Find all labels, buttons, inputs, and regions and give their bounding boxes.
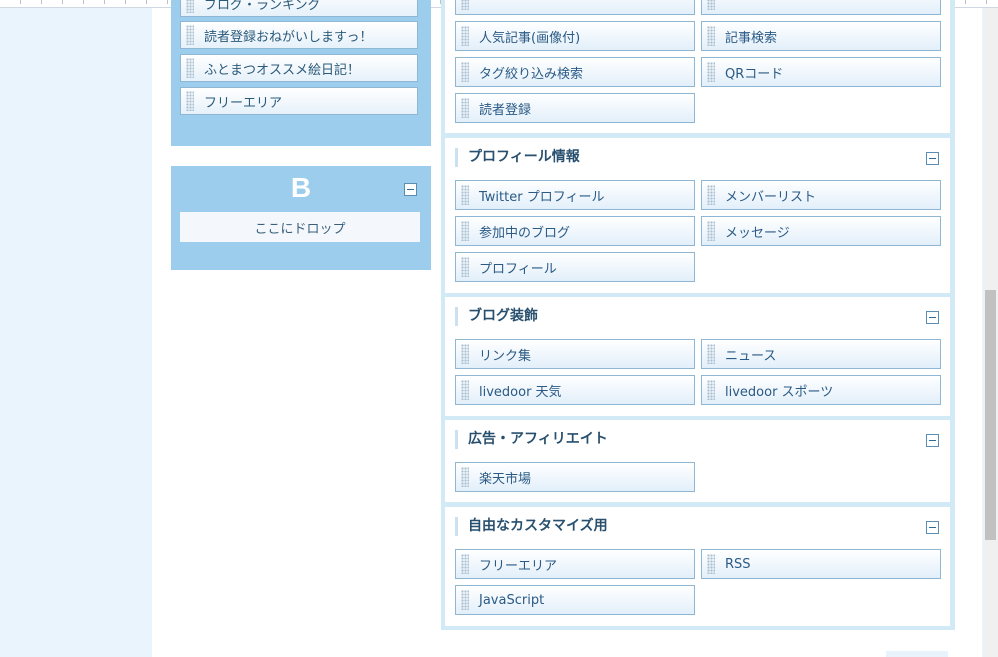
widget-item[interactable]: プロフィール xyxy=(455,252,695,282)
widget-item[interactable] xyxy=(455,0,695,15)
grip-icon[interactable] xyxy=(461,98,469,118)
minus-icon[interactable] xyxy=(926,152,939,165)
grip-icon[interactable] xyxy=(461,185,469,205)
widget-palette: 人気記事(画像付) 記事検索 タグ絞り込み検索 QRコード 読者登録 プロフィー… xyxy=(441,0,955,630)
sidebar-column-a: ブログ・ランキング 読者登録おねがいしますっ！ ふとまつオススメ絵日記！ フリー… xyxy=(171,0,431,146)
widget-item[interactable]: Twitter プロフィール xyxy=(455,180,695,210)
grip-icon[interactable] xyxy=(461,380,469,400)
widget-item[interactable]: 楽天市場 xyxy=(455,462,695,492)
widget-label: ふとまつオススメ絵日記！ xyxy=(204,62,361,78)
minus-icon[interactable] xyxy=(926,311,939,324)
widget-item[interactable]: リンク集 xyxy=(455,339,695,369)
widget-item[interactable]: RSS xyxy=(701,549,941,579)
group-title: ブログ装飾 xyxy=(455,307,538,326)
widget-group-profile: プロフィール情報 Twitter プロフィール メンバーリスト 参加中のブログ … xyxy=(445,138,950,293)
grip-icon[interactable] xyxy=(186,0,194,13)
widget-item[interactable]: メンバーリスト xyxy=(701,180,941,210)
grip-icon[interactable] xyxy=(461,467,469,487)
widget-item[interactable]: livedoor スポーツ xyxy=(701,375,941,405)
grip-icon[interactable] xyxy=(707,26,715,46)
grip-icon[interactable] xyxy=(707,185,715,205)
group-title: プロフィール情報 xyxy=(455,148,580,167)
widget-label: Twitter プロフィール xyxy=(479,189,605,205)
group-title: 広告・アフィリエイト xyxy=(455,430,608,449)
left-margin xyxy=(0,8,152,657)
widget-item[interactable]: メッセージ xyxy=(701,216,941,246)
widget-item[interactable]: 人気記事(画像付) xyxy=(455,21,695,51)
grip-icon[interactable] xyxy=(707,344,715,364)
minus-icon[interactable] xyxy=(404,183,417,196)
grip-icon[interactable] xyxy=(461,62,469,82)
grip-icon[interactable] xyxy=(461,26,469,46)
widget-item[interactable]: 参加中のブログ xyxy=(455,216,695,246)
widget-label: タグ絞り込み検索 xyxy=(479,66,584,82)
widget-item[interactable]: 読者登録 xyxy=(455,93,695,123)
grip-icon[interactable] xyxy=(461,221,469,241)
widget-item[interactable] xyxy=(701,0,941,15)
sidebar-widget[interactable]: 読者登録おねがいしますっ！ xyxy=(180,21,418,49)
grip-icon[interactable] xyxy=(707,0,715,10)
widget-label: QRコード xyxy=(725,66,784,82)
widget-label: 人気記事(画像付) xyxy=(479,30,581,46)
grip-icon[interactable] xyxy=(707,62,715,82)
widget-label: 楽天市場 xyxy=(479,471,532,487)
widget-group-decoration: ブログ装飾 リンク集 ニュース livedoor 天気 livedoor スポー… xyxy=(445,297,950,416)
column-title: B xyxy=(290,172,312,203)
scrollbar-thumb[interactable] xyxy=(985,290,996,540)
grip-icon[interactable] xyxy=(461,257,469,277)
widget-label: ブログ・ランキング xyxy=(204,0,321,13)
widget-label: 読者登録 xyxy=(479,102,532,118)
widget-label: リンク集 xyxy=(479,348,532,364)
widget-label: メッセージ xyxy=(725,225,790,241)
widget-item[interactable]: QRコード xyxy=(701,57,941,87)
widget-group-top: 人気記事(画像付) 記事検索 タグ絞り込み検索 QRコード 読者登録 xyxy=(445,0,950,133)
sidebar-column-b: B ここにドロップ xyxy=(171,166,431,270)
widget-item[interactable]: タグ絞り込み検索 xyxy=(455,57,695,87)
widget-label: 読者登録おねがいしますっ！ xyxy=(204,29,373,45)
grip-icon[interactable] xyxy=(461,344,469,364)
grip-icon[interactable] xyxy=(707,221,715,241)
widget-item[interactable]: JavaScript xyxy=(455,585,695,615)
grip-icon[interactable] xyxy=(461,0,469,10)
widget-label: livedoor スポーツ xyxy=(725,384,834,400)
minus-icon[interactable] xyxy=(926,434,939,447)
grip-icon[interactable] xyxy=(186,58,194,78)
grip-icon[interactable] xyxy=(461,590,469,610)
grip-icon[interactable] xyxy=(461,554,469,574)
widget-item[interactable]: 記事検索 xyxy=(701,21,941,51)
widget-label: メンバーリスト xyxy=(725,189,817,205)
sidebar-widget[interactable]: ふとまつオススメ絵日記！ xyxy=(180,54,418,82)
widget-group-custom: 自由なカスタマイズ用 フリーエリア RSS JavaScript xyxy=(445,507,950,626)
sidebar-widget[interactable]: フリーエリア xyxy=(180,87,418,115)
grip-icon[interactable] xyxy=(707,554,715,574)
bottom-tab xyxy=(886,651,948,657)
widget-label: フリーエリア xyxy=(479,558,558,574)
widget-item[interactable]: フリーエリア xyxy=(455,549,695,579)
widget-label: RSS xyxy=(725,556,751,572)
widget-label: 参加中のブログ xyxy=(479,225,571,241)
grip-icon[interactable] xyxy=(186,25,194,45)
widget-label: フリーエリア xyxy=(204,95,283,111)
widget-item[interactable]: ニュース xyxy=(701,339,941,369)
sidebar-widget[interactable]: ブログ・ランキング xyxy=(180,0,418,17)
widget-label: JavaScript xyxy=(479,592,545,608)
drop-zone[interactable]: ここにドロップ xyxy=(180,212,420,242)
minus-icon[interactable] xyxy=(926,521,939,534)
widget-label: 記事検索 xyxy=(725,30,778,46)
vertical-scrollbar[interactable] xyxy=(983,8,998,657)
group-title: 自由なカスタマイズ用 xyxy=(455,517,608,536)
widget-group-ads: 広告・アフィリエイト 楽天市場 xyxy=(445,420,950,502)
grip-icon[interactable] xyxy=(186,91,194,111)
grip-icon[interactable] xyxy=(707,380,715,400)
widget-label: livedoor 天気 xyxy=(479,384,562,400)
widget-label: ニュース xyxy=(725,348,777,364)
widget-item[interactable]: livedoor 天気 xyxy=(455,375,695,405)
widget-label: プロフィール xyxy=(479,261,557,277)
